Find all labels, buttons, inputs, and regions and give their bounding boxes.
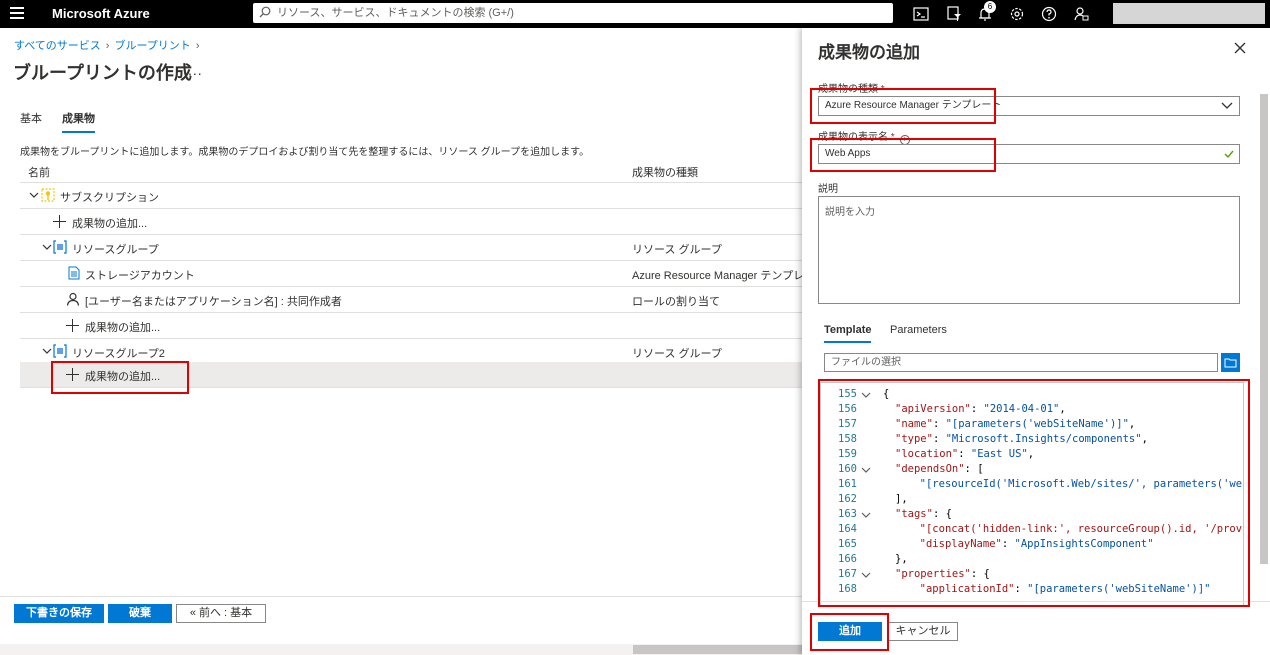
resource-group-icon [53, 240, 67, 254]
plus-icon [53, 215, 66, 228]
feedback-icon[interactable] [1072, 5, 1090, 23]
row-name: サブスクリプション [60, 192, 159, 204]
row-type: Azure Resource Manager テンプレート [632, 270, 827, 282]
file-select-input[interactable]: ファイルの選択 [824, 353, 1218, 372]
row-name: ストレージアカウント [85, 270, 195, 282]
description-placeholder: 説明を入力 [825, 207, 875, 218]
table-row-add-artifact[interactable]: 成果物の追加... [20, 209, 802, 235]
template-document-icon [68, 266, 80, 280]
grid-header: 名前 成果物の種類 [20, 158, 802, 183]
table-row-resource-group[interactable]: リソースグループ リソース グループ [20, 235, 802, 261]
check-icon [1224, 150, 1234, 159]
panel-vertical-scrollbar[interactable] [1260, 94, 1268, 564]
table-row-subscription[interactable]: サブスクリプション [20, 183, 802, 209]
tab-basics[interactable]: 基本 [20, 110, 42, 126]
resource-group-icon [53, 344, 67, 358]
tab-template[interactable]: Template [824, 324, 872, 343]
user-person-icon [66, 292, 80, 306]
column-header-type: 成果物の種類 [632, 167, 698, 179]
footer-divider [0, 596, 802, 597]
search-placeholder: リソース、サービス、ドキュメントの検索 (G+/) [277, 7, 514, 19]
row-type: リソース グループ [632, 348, 722, 360]
annotation-highlight-display-name [810, 138, 996, 172]
directory-filter-icon[interactable] [945, 5, 963, 23]
horizontal-scrollbar[interactable] [0, 644, 802, 655]
row-name: 成果物の追加... [72, 218, 148, 230]
hamburger-menu-icon[interactable] [10, 7, 24, 19]
save-draft-button[interactable]: 下書きの保存 [14, 604, 104, 623]
previous-button[interactable]: « 前へ : 基本 [176, 604, 266, 623]
tab-parameters[interactable]: Parameters [890, 324, 947, 336]
scrollbar-thumb[interactable] [633, 645, 802, 654]
account-area[interactable] [1113, 3, 1265, 24]
search-input[interactable]: リソース、サービス、ドキュメントの検索 (G+/) [253, 3, 893, 23]
help-question-icon[interactable] [1040, 5, 1058, 23]
chevron-down-icon [1221, 102, 1233, 109]
row-type: リソース グループ [632, 244, 722, 256]
panel-title: 成果物の追加 [818, 43, 920, 62]
tab-artifacts[interactable]: 成果物 [62, 110, 95, 133]
settings-gear-icon[interactable] [1008, 5, 1026, 23]
annotation-highlight-type [810, 88, 996, 124]
table-row-add-artifact[interactable]: 成果物の追加... [20, 313, 802, 339]
row-name: [ユーザー名またはアプリケーション名] : 共同作成者 [85, 296, 342, 308]
breadcrumb-separator-icon: › [195, 40, 200, 52]
row-type: ロールの割り当て [632, 296, 720, 308]
chevron-down-icon[interactable] [29, 190, 39, 200]
browse-file-button[interactable] [1221, 353, 1240, 372]
discard-button[interactable]: 破棄 [108, 604, 172, 623]
notification-count-badge: 6 [984, 1, 996, 13]
row-name: 成果物の追加... [85, 322, 161, 334]
column-header-name: 名前 [28, 167, 50, 179]
annotation-highlight-add-artifact [51, 361, 189, 394]
row-name: リソースグループ2 [72, 348, 165, 360]
description-label: 説明 [818, 184, 838, 195]
subscription-key-icon [41, 188, 55, 202]
brand-name[interactable]: Microsoft Azure [52, 6, 150, 21]
cloud-shell-icon[interactable] [912, 5, 930, 23]
search-icon [259, 6, 271, 18]
breadcrumb-separator-icon: › [105, 40, 110, 52]
annotation-highlight-template [818, 379, 1250, 607]
top-bar: Microsoft Azure リソース、サービス、ドキュメントの検索 (G+/… [0, 0, 1270, 28]
breadcrumb: すべてのサービス › ブループリント › [14, 37, 204, 53]
breadcrumb-blueprints[interactable]: ブループリント [114, 40, 190, 52]
plus-icon [66, 319, 79, 332]
table-row-role-assignment[interactable]: [ユーザー名またはアプリケーション名] : 共同作成者 ロールの割り当て [20, 287, 802, 313]
annotation-highlight-add-button [810, 613, 889, 651]
close-icon[interactable] [1234, 42, 1246, 54]
more-options-icon[interactable]: ... [188, 62, 203, 78]
table-row-storage-account[interactable]: ストレージアカウント Azure Resource Manager テンプレート [20, 261, 826, 287]
chevron-down-icon[interactable] [42, 242, 52, 252]
file-select-placeholder: ファイルの選択 [831, 357, 901, 368]
row-name: リソースグループ [72, 244, 159, 256]
cancel-button[interactable]: キャンセル [888, 622, 958, 641]
description-textarea[interactable]: 説明を入力 [818, 196, 1240, 304]
folder-icon [1224, 358, 1237, 368]
chevron-down-icon[interactable] [42, 346, 52, 356]
page-title: ブループリントの作成 [13, 63, 192, 83]
artifacts-description: 成果物をブループリントに追加します。成果物のデプロイおよび割り当て先を整理するに… [20, 147, 590, 158]
breadcrumb-all-services[interactable]: すべてのサービス [14, 40, 101, 52]
